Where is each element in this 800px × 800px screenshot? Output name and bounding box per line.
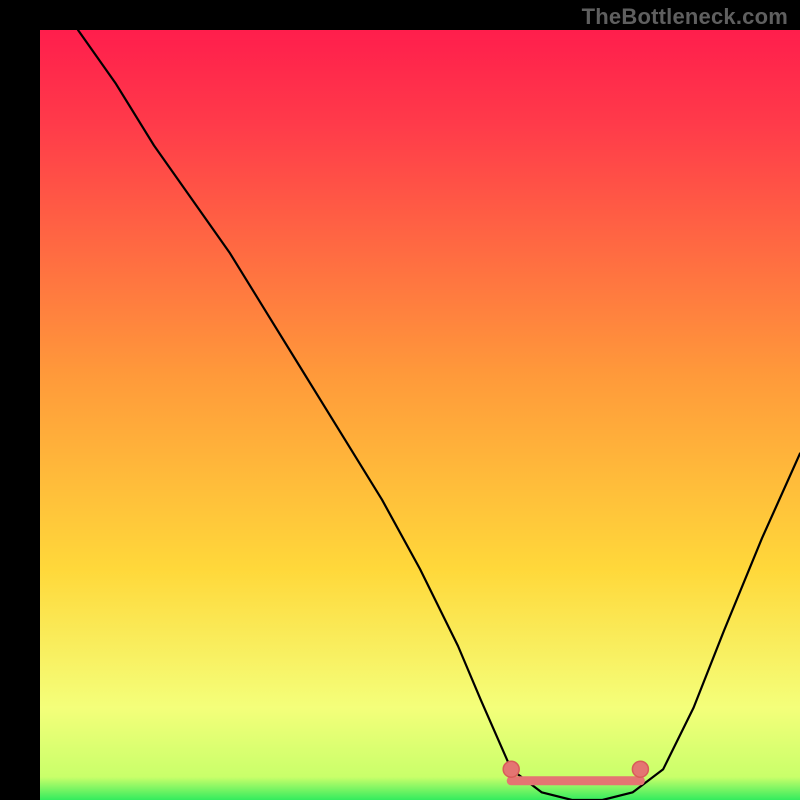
marker-min-end	[632, 761, 648, 777]
watermark-text: TheBottleneck.com	[582, 4, 788, 30]
marker-min-start	[503, 761, 519, 777]
chart-container: TheBottleneck.com	[0, 0, 800, 800]
bottleneck-chart	[0, 0, 800, 800]
